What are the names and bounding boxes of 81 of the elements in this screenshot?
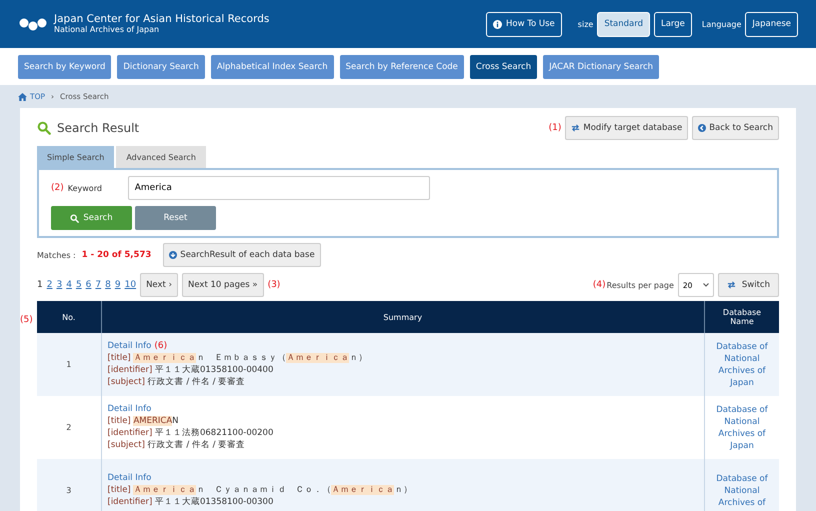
subject-value: 行政文書 / 件名 / 要審査 [148,377,246,387]
nav-tab[interactable]: Alphabetical Index Search [210,54,334,78]
keyword-field[interactable]: America [128,176,430,200]
info-icon [493,20,502,28]
matches-label: Matches : [37,250,76,260]
annotation-marker: (5) [20,315,33,325]
column-header: Database Name [704,301,779,333]
how-to-use-button[interactable]: How To Use [486,12,562,36]
annotation-marker: (1) [548,123,562,133]
next-10-pages-button[interactable]: Next 10 pages » [182,273,264,297]
logo-title: Japan Center for Asian Historical Records [54,13,270,25]
annotation-marker: (3) [268,280,280,290]
language-button[interactable]: Japanese [745,12,798,36]
page-link[interactable]: 9 [114,280,121,290]
search-tab[interactable]: Advanced Search [116,146,206,168]
size-label: size [578,20,594,28]
modify-database-button[interactable]: Modify target database [565,116,688,140]
home-icon [18,92,27,100]
subject-value: 行政文書 / 件名 / 要審査 [148,440,246,450]
field-label: [title] [108,485,131,495]
page-link[interactable]: 10 [124,280,136,290]
page-link[interactable]: 3 [56,280,62,290]
switch-button[interactable]: Switch [718,273,779,297]
page-title: Search Result [57,121,140,135]
per-page-label: Results per page [606,280,674,290]
column-header: Summary [101,301,704,333]
row-number: 3 [37,459,101,511]
annotation-marker: (6) [154,341,168,351]
matches-count: 1 - 20 of 5,573 [82,250,152,260]
title-value: AMERICAN [133,416,179,426]
next-button[interactable]: Next › [140,273,178,297]
page-link[interactable]: 1 [37,280,43,290]
field-label: [subject] [108,377,145,387]
database-link[interactable]: Database of National Archives of Japan [711,404,773,452]
nav-tab[interactable]: Search by Keyword [18,54,112,78]
detail-info-link[interactable]: Detail Info [108,404,152,414]
nav-tab[interactable]: Cross Search [470,54,538,78]
field-label: [identifier] [108,365,152,375]
search-icon [70,214,80,222]
page-link[interactable]: 4 [66,280,72,290]
page-link[interactable]: 8 [105,280,111,290]
logo-subtitle: National Archives of Japan [54,25,160,35]
annotation-marker: (2) [51,183,64,193]
field-label: [identifier] [108,497,152,507]
title-value: Ａｍｅｒｉｃａ ｎ Ｅｍｂａｓｓｙ（Ａｍｅｒｉｃａ ｎ） [133,353,368,363]
search-tab[interactable]: Simple Search [37,146,114,168]
identifier-value: 平１１法務06821100-00200 [154,428,274,438]
identifier-value: 平１１大蔵01358100-00400 [154,365,274,375]
each-database-button[interactable]: SearchResult of each data base [163,243,321,267]
swap-arrows-icon [571,124,580,132]
annotation-marker: (4) [592,280,606,290]
page-link[interactable]: 6 [86,280,92,290]
keyword-label: Keyword [68,184,103,192]
field-label: [title] [108,353,131,363]
page-link[interactable]: 7 [95,280,102,290]
row-number: 2 [37,396,101,459]
page-link[interactable]: 2 [46,280,52,290]
column-header: No. [37,301,101,333]
reset-button[interactable]: Reset [135,206,216,230]
page-link[interactable]: 5 [76,280,82,290]
title-value: Ａｍｅｒｉｃａ ｎ Ｃｙａｎａｍｉｄ Ｃｏ．（Ａｍｅｒｉｃａ ｎ） [133,485,412,495]
back-icon [698,124,706,132]
search-button[interactable]: Search [51,206,132,230]
nav-tab[interactable]: Search by Reference Code [340,54,464,78]
back-to-search-button[interactable]: Back to Search [692,116,779,140]
nav-tab[interactable]: Dictionary Search [117,54,205,78]
size-option[interactable]: Large [654,12,692,36]
row-number: 1 [37,333,101,396]
identifier-value: 平１１大蔵01358100-00300 [154,497,274,507]
field-label: [identifier] [108,428,152,438]
search-icon [37,121,51,135]
field-label: [subject] [108,440,145,450]
language-label: Language [702,20,742,28]
down-circle-icon [169,251,178,259]
swap-arrows-icon [726,281,736,289]
size-option[interactable]: Standard [597,12,650,36]
detail-info-link[interactable]: Detail Info [108,341,152,351]
chevron-down-icon [702,283,709,287]
nav-tab[interactable]: JACAR Dictionary Search [543,54,660,78]
field-label: [title] [108,416,131,426]
detail-info-link[interactable]: Detail Info [108,473,152,483]
